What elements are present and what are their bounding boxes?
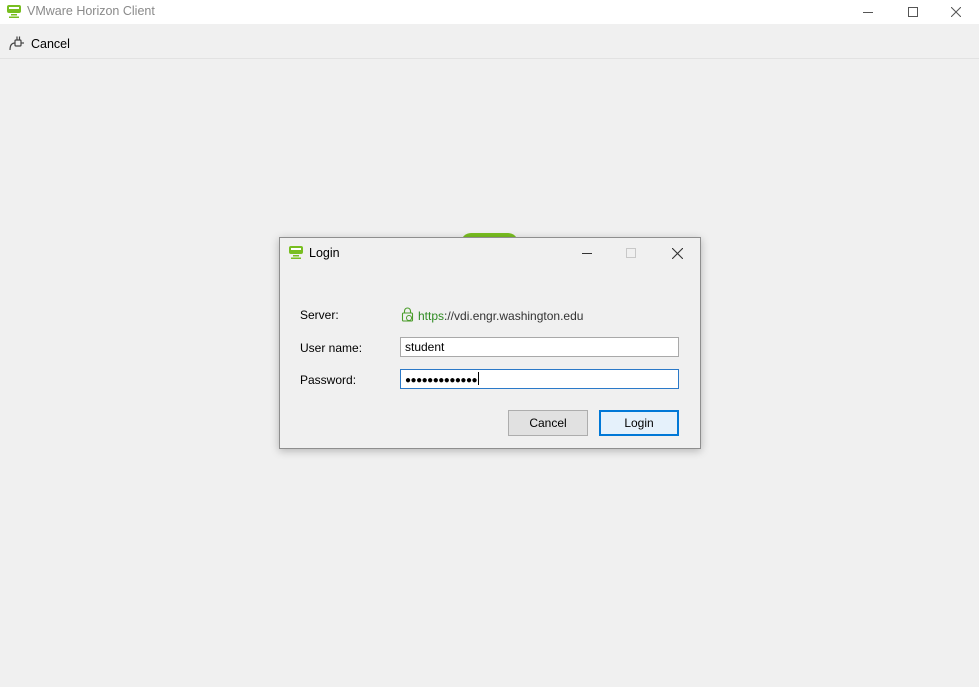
- maximize-icon: [908, 7, 918, 17]
- toolbar-cancel-label: Cancel: [31, 37, 70, 51]
- username-field[interactable]: student: [400, 337, 679, 357]
- text-caret: [478, 372, 480, 385]
- disconnect-plug-icon: [8, 34, 26, 55]
- username-value: student: [405, 340, 445, 354]
- server-value: https://vdi.engr.washington.edu: [400, 307, 583, 325]
- close-icon: [671, 247, 683, 259]
- minimize-icon: [582, 253, 592, 254]
- server-host: ://vdi.engr.washington.edu: [444, 309, 584, 323]
- maximize-icon: [626, 248, 636, 258]
- horizon-logo-icon: [288, 245, 304, 261]
- minimize-icon: [863, 12, 873, 13]
- server-label: Server:: [300, 308, 339, 322]
- server-scheme: https: [418, 309, 445, 323]
- window-titlebar: VMware Horizon Client: [0, 0, 979, 24]
- toolbar: Cancel: [0, 28, 979, 59]
- password-masked-value: ●●●●●●●●●●●●●: [405, 375, 478, 386]
- minimize-button[interactable]: [845, 0, 891, 24]
- maximize-button[interactable]: [890, 0, 936, 24]
- toolbar-cancel-button[interactable]: Cancel: [8, 34, 70, 54]
- dialog-close-button[interactable]: [664, 242, 690, 264]
- cancel-button[interactable]: Cancel: [508, 410, 588, 436]
- password-label: Password:: [300, 373, 357, 387]
- close-button[interactable]: [933, 0, 979, 24]
- dialog-title: Login: [309, 246, 340, 260]
- close-icon: [951, 7, 961, 17]
- login-dialog: Login Server: https://vdi.engr.washingto…: [279, 237, 701, 449]
- window-title: VMware Horizon Client: [27, 4, 155, 18]
- lock-icon: [400, 307, 415, 325]
- password-field[interactable]: ●●●●●●●●●●●●●: [400, 369, 679, 389]
- username-label: User name:: [300, 341, 363, 355]
- dialog-minimize-button[interactable]: [574, 242, 600, 264]
- horizon-logo-icon: [6, 4, 22, 20]
- dialog-maximize-button: [618, 242, 644, 264]
- login-button[interactable]: Login: [599, 410, 679, 436]
